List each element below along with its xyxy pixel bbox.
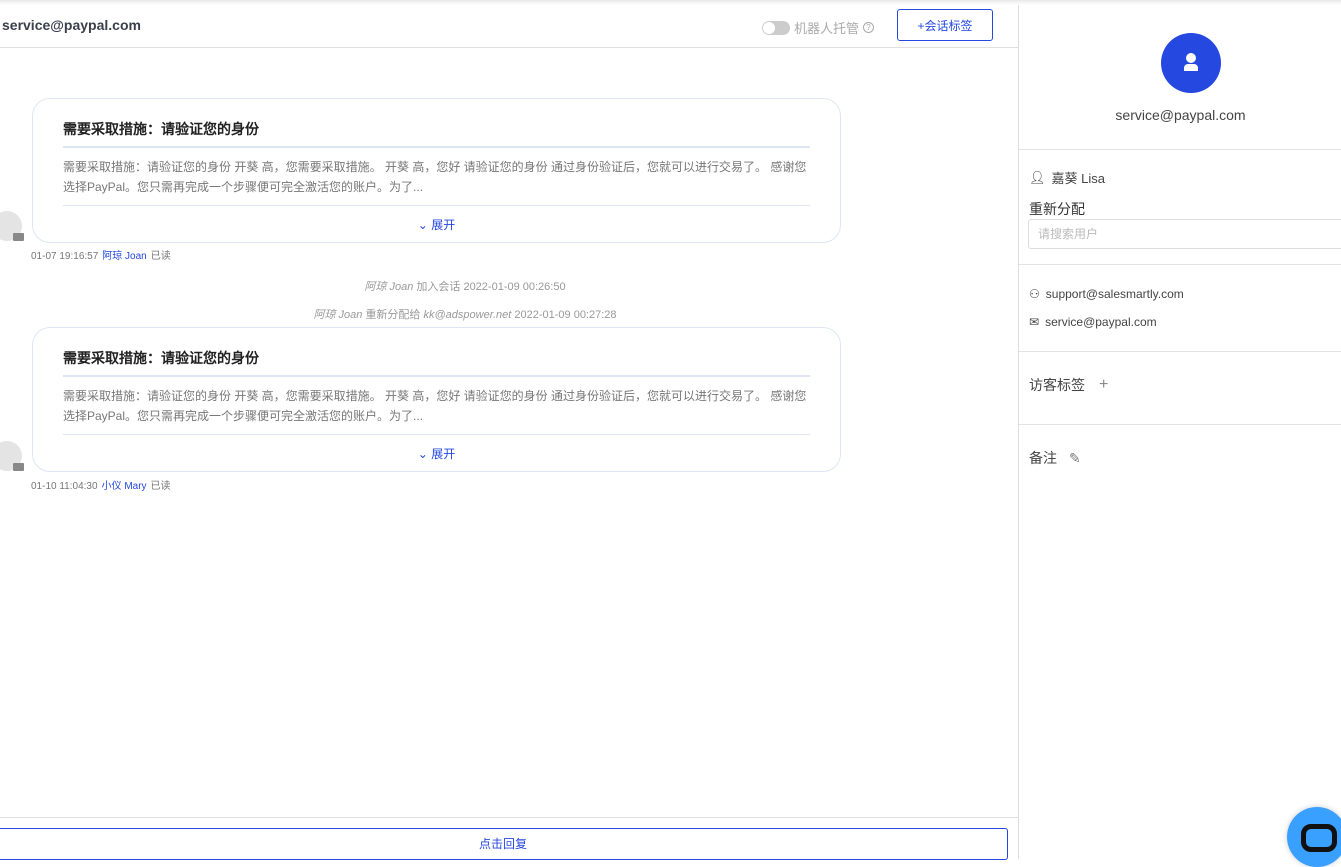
reply-button[interactable]: 点击回复 (0, 828, 1008, 860)
system-event: 阿琼 Joan 重新分配给 kk@adspower.net 2022-01-09… (0, 306, 930, 322)
email-message-card: 需要采取措施：请验证您的身份 需要采取措施：请验证您的身份 开葵 高，您需要采取… (32, 98, 841, 243)
notes: 备注 ✎ (1029, 448, 1081, 468)
visitor-tags: 访客标签 + (1029, 375, 1108, 395)
mail-icon (13, 463, 24, 471)
event-text: 重新分配给 (365, 309, 421, 321)
divider (1019, 149, 1341, 150)
divider (63, 434, 810, 435)
chat-widget-button[interactable] (1287, 807, 1341, 867)
expand-label: 展开 (431, 218, 456, 232)
conversation-header: service@paypal.com 机器人托管 ? +会话标签 (0, 5, 1018, 48)
event-target: kk@adspower.net (423, 309, 512, 321)
agent-name[interactable]: 阿琼 Joan (102, 251, 146, 262)
toggle-switch[interactable] (762, 20, 790, 35)
message-subject: 需要采取措施：请验证您的身份 (63, 350, 259, 366)
expand-button[interactable]: ⌄ 展开 (33, 445, 840, 462)
user-icon: 👤︎ (1029, 169, 1046, 185)
assignee-name: 嘉葵 Lisa (1051, 171, 1105, 186)
visitor-tags-label: 访客标签 (1029, 377, 1085, 393)
channel-email: ⚇ support@salesmartly.com (1029, 287, 1184, 301)
conversation-panel: service@paypal.com 机器人托管 ? +会话标签 需要采取措施：… (0, 5, 1018, 860)
event-actor: 阿琼 Joan (313, 309, 363, 321)
user-search-input[interactable]: 请搜索用户 (1028, 219, 1341, 249)
contact-email: ✉ service@paypal.com (1029, 315, 1157, 329)
email-message-card: 需要采取措施：请验证您的身份 需要采取措施：请验证您的身份 开葵 高，您需要采取… (32, 327, 841, 472)
plus-icon[interactable]: + (1099, 376, 1108, 394)
expand-button[interactable]: ⌄ 展开 (33, 216, 840, 233)
robot-hosting-toggle[interactable]: 机器人托管 ? (762, 18, 875, 37)
conversation-title: service@paypal.com (2, 17, 141, 33)
contact-email-text: service@paypal.com (1045, 315, 1157, 329)
agent-name[interactable]: 小仪 Mary (102, 481, 147, 492)
reassign-label: 重新分配 (1029, 201, 1085, 217)
divider (1019, 264, 1341, 265)
contact-sidebar: service@paypal.com 👤︎ 嘉葵 Lisa 重新分配 请搜索用户 … (1018, 5, 1341, 859)
message-subject: 需要采取措施：请验证您的身份 (63, 121, 259, 137)
message-time: 01-07 19:16:57 (31, 251, 99, 262)
channel-icon: ⚇ (1029, 287, 1040, 301)
envelope-icon: ✉ (1029, 315, 1040, 329)
divider (63, 375, 810, 377)
event-time: 2022-01-09 00:27:28 (514, 309, 617, 321)
contact-email-title: service@paypal.com (1115, 107, 1246, 123)
system-event: 阿琼 Joan 加入会话 2022-01-09 00:26:50 (0, 278, 930, 294)
channel-email-text: support@salesmartly.com (1045, 287, 1184, 301)
read-status: 已读 (150, 251, 171, 262)
message-meta: 01-10 11:04:30 小仪 Mary 已读 (31, 477, 171, 492)
assignee: 👤︎ 嘉葵 Lisa (1029, 168, 1105, 187)
read-status: 已读 (150, 481, 171, 492)
divider (1019, 351, 1341, 352)
event-text: 加入会话 2022-01-09 00:26:50 (416, 281, 566, 293)
add-conversation-tag-button[interactable]: +会话标签 (897, 9, 993, 41)
divider (1019, 424, 1341, 425)
help-icon[interactable]: ? (863, 22, 875, 33)
notes-label: 备注 (1029, 450, 1057, 466)
message-time: 01-10 11:04:30 (31, 481, 98, 492)
divider (63, 146, 810, 148)
pencil-icon[interactable]: ✎ (1069, 450, 1081, 467)
message-preview: 需要采取措施：请验证您的身份 开葵 高，您需要采取措施。 开葵 高，您好 请验证… (63, 160, 807, 194)
divider (63, 205, 810, 206)
mail-icon (13, 233, 24, 241)
contact-avatar (1161, 33, 1221, 93)
reply-footer: 点击回复 (0, 817, 1018, 860)
event-actor: 阿琼 Joan (364, 281, 414, 293)
robot-label: 机器人托管 (794, 21, 860, 36)
expand-label: 展开 (431, 447, 456, 461)
message-preview: 需要采取措施：请验证您的身份 开葵 高，您需要采取措施。 开葵 高，您好 请验证… (63, 389, 807, 423)
message-meta: 01-07 19:16:57 阿琼 Joan 已读 (31, 247, 171, 262)
